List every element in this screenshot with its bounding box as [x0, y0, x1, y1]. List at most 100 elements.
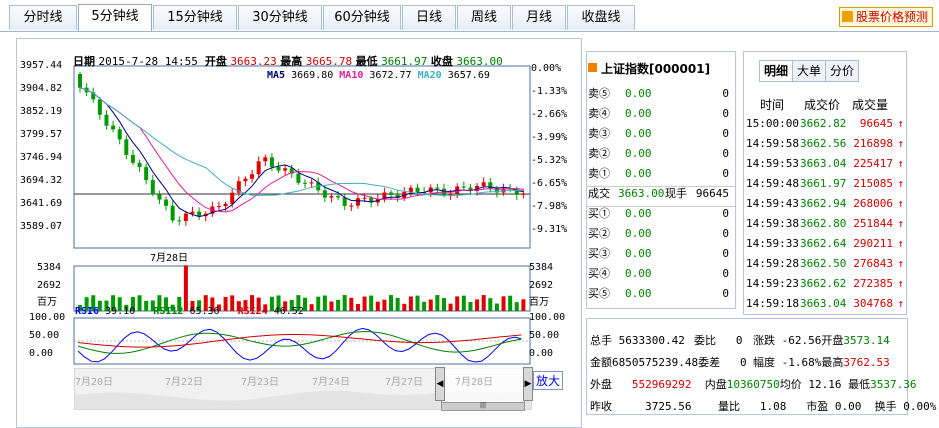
sell-level-1: 卖① 0.00 0 — [587, 164, 735, 184]
row-volume: 304768 — [853, 297, 893, 310]
stat-value: 0.00 — [834, 400, 862, 413]
open-label: 开盘 — [204, 55, 227, 68]
candle-body — [157, 194, 162, 200]
candle-body — [303, 182, 307, 184]
row-price: 3662.62 — [800, 277, 847, 290]
tab-intraday[interactable]: 分时线 — [9, 5, 77, 30]
up-arrow-icon: ↑ — [897, 197, 904, 210]
stats-row-1: 总手 5633300.42 — [590, 332, 685, 348]
candle-body — [130, 154, 135, 163]
volume-bar — [435, 295, 440, 311]
level-qty: 0 — [722, 287, 729, 300]
up-arrow-icon: ↑ — [897, 177, 904, 190]
candle-body — [263, 157, 268, 162]
tab-big-orders[interactable]: 大单 — [793, 61, 827, 81]
pct-tick: -1.33% — [531, 86, 568, 97]
tab-close-line[interactable]: 收盘线 — [567, 5, 635, 30]
level-label: 买⑤ — [588, 287, 610, 300]
sell-level-3: 卖③ 0.00 0 — [587, 124, 735, 144]
level-label: 卖④ — [588, 107, 610, 120]
volume-bar — [382, 299, 387, 311]
volume-bar — [441, 298, 446, 311]
candle-body — [197, 211, 202, 217]
rsi-legend: RSI6 39.10 RSI12 65.36 RSI24 46.52 — [75, 306, 304, 317]
level-price: 0.00 — [625, 107, 652, 120]
separator — [587, 186, 735, 187]
detail-row: 15:00:00 3662.82 96645 ↑ — [744, 114, 906, 134]
buy-level-3: 买③ 0.00 0 — [587, 244, 735, 264]
sell-level-2: 卖② 0.00 0 — [587, 144, 735, 164]
level-qty: 0 — [722, 147, 729, 160]
detail-row: 14:59:43 3662.94 268006 ↑ — [744, 194, 906, 214]
level-qty: 0 — [722, 167, 729, 180]
volume-frame — [73, 265, 531, 312]
volume-bar — [402, 303, 407, 311]
timeline-right-handle[interactable]: ▶ — [523, 367, 533, 401]
tab-price-dist[interactable]: 分价 — [826, 61, 859, 81]
level-qty: 0 — [722, 247, 729, 260]
stat-value: -1.68% — [781, 356, 822, 369]
tab-30min[interactable]: 30分钟线 — [238, 5, 322, 30]
high-value: 3665.78 — [305, 55, 353, 68]
level-qty: 0 — [722, 207, 729, 220]
detail-row: 14:59:58 3662.56 216898 ↑ — [744, 134, 906, 154]
candle-body — [190, 211, 195, 214]
timeline-scrollbar[interactable]: ||| — [441, 402, 525, 411]
buy-level-1: 买① 0.00 0 — [587, 204, 735, 224]
timeline-navigator[interactable]: 7月20日 7月22日 7月23日 7月24日 7月27日 7月28日 ◀ ▶ … — [74, 367, 533, 411]
period-tab-bar: 分时线 5分钟线 15分钟线 30分钟线 60分钟线 日线 周线 月线 收盘线 … — [0, 0, 939, 32]
rsi12-value: 65.36 — [189, 306, 220, 317]
volume-bar — [329, 301, 334, 311]
rsi6-label: RSI6 — [75, 306, 100, 317]
row-price: 3662.80 — [800, 217, 847, 230]
tab-5min[interactable]: 5分钟线 — [78, 4, 152, 31]
deal-row: 成交 3663.00 现手 96645 — [587, 184, 735, 204]
price-prediction-button[interactable]: 股票价格预测 — [838, 7, 933, 27]
separator — [587, 206, 735, 207]
pct-tick: -2.66% — [531, 109, 568, 120]
row-time: 14:59:23 — [746, 277, 799, 290]
detail-row: 14:59:48 3661.97 215085 ↑ — [744, 174, 906, 194]
buy-level-5: 买⑤ 0.00 0 — [587, 284, 735, 304]
candle-body — [389, 192, 394, 195]
row-time: 14:59:33 — [746, 237, 799, 250]
level-price: 0.00 — [625, 147, 652, 160]
tab-monthly[interactable]: 月线 — [512, 5, 566, 30]
detail-row: 14:59:28 3662.50 276843 ↑ — [744, 254, 906, 274]
col-price: 成交价 — [804, 98, 841, 112]
tab-detail[interactable]: 明细 — [760, 61, 794, 81]
row-volume: 268006 — [853, 197, 893, 210]
volume-tick-top-right: 5384 — [529, 262, 554, 273]
volume-bar — [415, 295, 420, 311]
volume-bar — [422, 301, 427, 311]
candle-body — [137, 162, 142, 168]
tab-weekly[interactable]: 周线 — [457, 5, 511, 30]
timeline-date: 7月22日 — [165, 377, 204, 388]
stat-label: 均价 — [779, 378, 802, 391]
stat-value: 3573.14 — [843, 334, 890, 347]
stat-value: 3537.36 — [870, 378, 917, 391]
tab-daily[interactable]: 日线 — [402, 5, 456, 30]
sell-level-4: 卖④ 0.00 0 — [587, 104, 735, 124]
pct-tick: 0.00% — [531, 63, 562, 74]
timeline-date: 7月23日 — [241, 377, 280, 388]
trade-detail-panel: 明细 大单 分价 时间 成交价 成交量 15:00:00 3662.82 96645… — [743, 51, 907, 315]
row-price: 3661.97 — [800, 177, 847, 190]
tab-60min[interactable]: 60分钟线 — [323, 5, 401, 30]
candle-body — [111, 125, 116, 130]
order-book: 卖⑤ 0.00 0 卖④ 0.00 0 卖③ 0.00 0 卖② 0.00 0 卖① 0.00 0 … — [587, 78, 735, 308]
volume-bar — [508, 295, 513, 311]
date-value: 2015-7-28 14:55 — [98, 55, 198, 68]
row-price: 3662.56 — [800, 137, 847, 150]
zoom-in-button[interactable]: 放大 — [533, 371, 564, 390]
rsi-tick: 50.00 — [29, 330, 60, 341]
volume-bar — [375, 301, 380, 311]
timeline-left-handle[interactable]: ◀ — [435, 367, 445, 401]
pct-tick: -5.32% — [531, 155, 568, 166]
row-price: 3662.82 — [800, 117, 847, 130]
row-volume: 225417 — [853, 157, 893, 170]
deal-now-label: 现手 — [665, 187, 687, 200]
volume-bar — [389, 295, 394, 311]
rsi24-value: 46.52 — [273, 306, 304, 317]
tab-15min[interactable]: 15分钟线 — [153, 5, 237, 30]
